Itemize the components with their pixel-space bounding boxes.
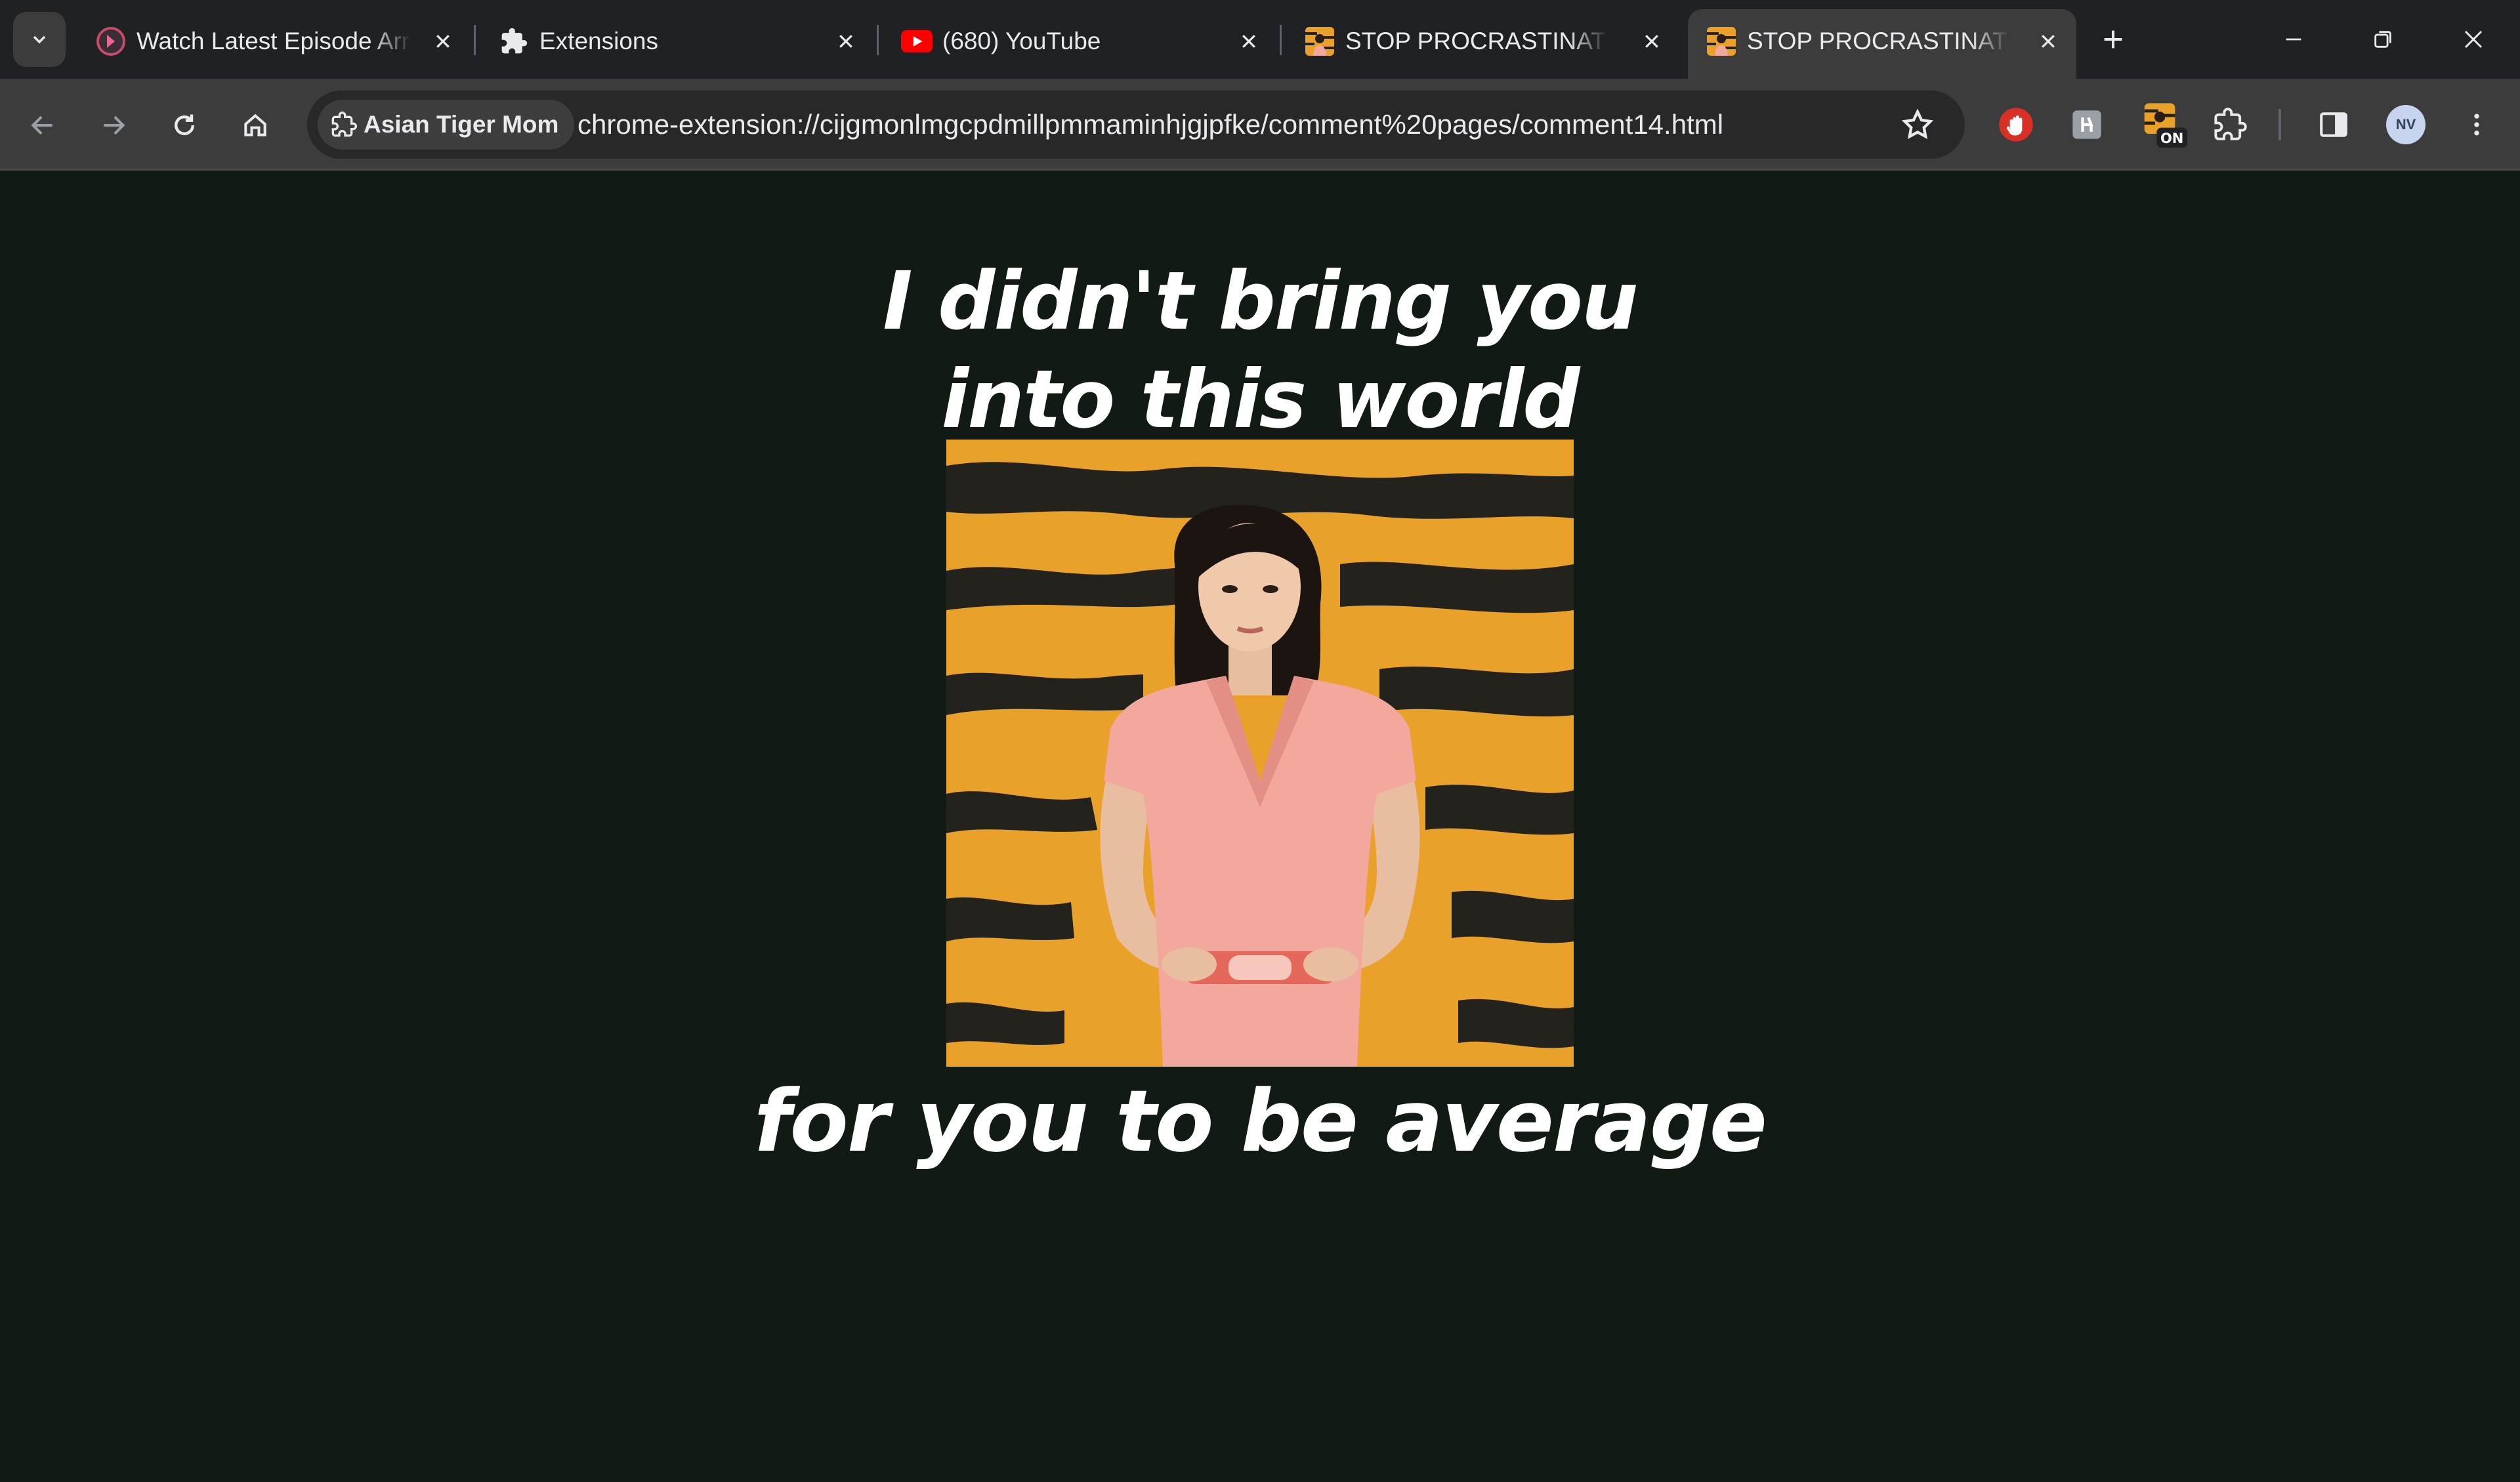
tab-title: Watch Latest Episode Arr: [136, 28, 410, 54]
puzzle-icon: [497, 25, 530, 58]
browser-menu-button[interactable]: [2456, 104, 2498, 146]
more-vert-icon: [2474, 113, 2479, 136]
puzzle-icon: [331, 112, 357, 137]
tab-watch-latest-episode[interactable]: Watch Latest Episode Arr: [77, 9, 471, 79]
extensions-menu-button[interactable]: [2209, 104, 2251, 146]
back-button[interactable]: [20, 102, 66, 148]
forward-button[interactable]: [91, 102, 136, 148]
side-panel-button[interactable]: [2313, 104, 2355, 146]
minimize-icon: [2286, 38, 2301, 41]
close-icon[interactable]: [832, 28, 860, 55]
tab-stop-procrastinating[interactable]: STOP PROCRASTINATING: [1286, 9, 1680, 79]
anime-site-icon: [94, 25, 127, 58]
heading-line-1: I didn't bring you: [883, 255, 1639, 348]
restore-icon: [2374, 31, 2391, 48]
heading-top: I didn't bring you into this world: [0, 252, 2520, 449]
home-button[interactable]: [232, 102, 278, 148]
new-tab-button[interactable]: [2093, 20, 2133, 59]
tab-search-button[interactable]: [13, 12, 66, 67]
tab-strip: Watch Latest Episode Arr Extensions (680…: [0, 0, 2520, 79]
tab-separator: [877, 25, 879, 55]
restore-button[interactable]: [2353, 14, 2412, 64]
star-icon[interactable]: [1900, 108, 1935, 142]
tab-title: Extensions: [539, 28, 658, 54]
reload-icon: [174, 114, 195, 136]
site-chip-label: Asian Tiger Mom: [364, 111, 559, 138]
stop-hand-extension-icon[interactable]: [1995, 104, 2037, 146]
youtube-icon: [900, 25, 933, 58]
toolbar-separator: [2278, 109, 2281, 140]
tab-title: (680) YouTube: [942, 28, 1101, 54]
arrow-left-icon: [31, 115, 52, 135]
page-content: I didn't bring you into this world for y…: [0, 172, 2520, 1482]
plus-icon: [2104, 30, 2122, 49]
close-icon[interactable]: [2034, 28, 2062, 55]
tiger-mom-icon: [1705, 25, 1738, 58]
close-window-button[interactable]: [2444, 14, 2503, 64]
close-icon[interactable]: [1638, 28, 1666, 55]
minimize-button[interactable]: [2264, 14, 2323, 64]
extension-badge: ON: [2160, 131, 2183, 146]
heading-bottom: for you to be average: [754, 1071, 1767, 1171]
home-icon: [244, 113, 266, 136]
tab-separator: [1280, 25, 1282, 55]
tiger-mom-extension-icon[interactable]: ON: [2138, 103, 2191, 148]
heading-line-2: into this world: [941, 353, 1580, 446]
address-bar[interactable]: Asian Tiger Mom chrome-extension://cijgm…: [307, 91, 1965, 159]
grey-extension-icon[interactable]: [2066, 104, 2108, 146]
tab-youtube[interactable]: (680) YouTube: [883, 9, 1277, 79]
side-panel-icon: [2320, 112, 2347, 137]
tab-separator: [474, 25, 476, 55]
puzzle-icon: [2214, 108, 2247, 140]
arrow-right-icon: [104, 115, 125, 135]
tiger-mom-image: [946, 440, 1574, 1067]
url-text[interactable]: chrome-extension://cijgmonlmgcpdmillpmma…: [578, 91, 1723, 159]
reload-button[interactable]: [161, 102, 207, 148]
tab-extensions[interactable]: Extensions: [480, 9, 874, 79]
tab-title: STOP PROCRASTINATING: [1345, 28, 1608, 54]
site-info-chip[interactable]: Asian Tiger Mom: [318, 100, 575, 150]
tab-stop-procrastinating-active[interactable]: STOP PROCRASTINATING: [1688, 9, 2076, 79]
tab-title: STOP PROCRASTINATING: [1747, 28, 2009, 54]
tiger-mom-icon: [1303, 25, 1336, 58]
close-icon: [2464, 30, 2483, 49]
browser-toolbar: Asian Tiger Mom chrome-extension://cijgm…: [0, 79, 2520, 171]
close-icon[interactable]: [429, 28, 457, 55]
profile-avatar[interactable]: NV: [2386, 105, 2426, 144]
chevron-down-icon: [33, 35, 46, 44]
close-icon[interactable]: [1235, 28, 1263, 55]
